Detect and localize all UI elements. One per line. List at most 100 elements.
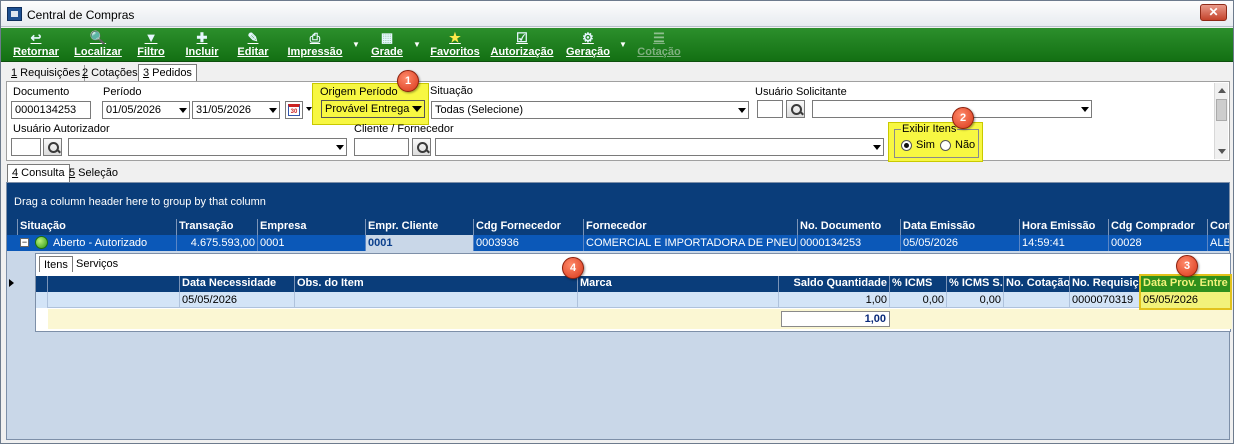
favoritos-button[interactable]: ★ Favoritos	[428, 30, 482, 60]
column-cdg-comprador[interactable]: Cdg Comprador	[1109, 219, 1208, 235]
table-row[interactable]: − Aberto - Autorizado 4.675.593,00 0001 …	[7, 235, 1229, 251]
impressao-button[interactable]: ⎙ Impressão	[285, 30, 345, 60]
periodo-from-input[interactable]: 01/05/2026	[102, 101, 190, 119]
geracao-button[interactable]: ⚙ Geração	[564, 30, 612, 60]
chevron-down-icon[interactable]	[179, 108, 187, 113]
chevron-down-icon[interactable]	[873, 145, 881, 150]
filter-panel-scrollbar[interactable]	[1214, 83, 1228, 159]
cell-icms-s: 0,00	[947, 292, 1004, 308]
callout-badge-4: 4	[562, 257, 584, 279]
column-icms-s[interactable]: % ICMS S.	[947, 276, 1004, 292]
orders-grid: Drag a column header here to group by th…	[6, 182, 1232, 440]
column-marca[interactable]: Marca	[578, 276, 779, 292]
tab-consulta[interactable]: 4 Consulta	[7, 164, 70, 182]
cliente-fornecedor-label: Cliente / Fornecedor	[354, 123, 454, 135]
cell-fornecedor: COMERCIAL E IMPORTADORA DE PNEUS LTI	[586, 235, 798, 251]
detail-header-selector[interactable]	[36, 276, 48, 292]
column-saldo-quantidade[interactable]: Saldo Quantidade	[779, 276, 890, 292]
calendar-button[interactable]: 30	[285, 101, 303, 119]
exibir-itens-nao-radio[interactable]	[940, 140, 951, 151]
table-row[interactable]: 05/05/2026 1,00 0,00 0,00 0000070319 05/…	[36, 292, 1232, 308]
column-obs-do-item[interactable]: Obs. do Item	[295, 276, 578, 292]
grade-dropdown-arrow[interactable]: ▼	[413, 40, 421, 49]
geracao-dropdown-arrow[interactable]: ▼	[619, 40, 627, 49]
title-bar: Central de Compras ✕	[1, 1, 1233, 27]
star-icon: ★	[449, 30, 461, 45]
close-button[interactable]: ✕	[1200, 4, 1227, 21]
row-selector[interactable]	[36, 292, 48, 308]
origem-periodo-label: Origem Período	[320, 86, 398, 98]
documento-input[interactable]: 0000134253	[11, 101, 91, 119]
chevron-down-icon[interactable]	[738, 108, 746, 113]
tab-itens[interactable]: Itens	[39, 256, 73, 272]
situacao-label: Situação	[430, 85, 473, 97]
cell-cdg-comprador: 00028	[1109, 235, 1208, 251]
column-no-cotacao[interactable]: No. Cotação	[1004, 276, 1070, 292]
column-empr-cliente[interactable]: Empr. Cliente	[366, 219, 474, 235]
grid-icon: ▦	[380, 30, 394, 45]
scroll-thumb[interactable]	[1216, 99, 1227, 121]
column-situacao[interactable]: Situação	[18, 219, 177, 235]
usuario-solicitante-code-input[interactable]	[757, 100, 783, 118]
chevron-down-icon[interactable]	[412, 106, 422, 112]
column-no-documento[interactable]: No. Documento	[798, 219, 901, 235]
origem-periodo-select[interactable]: Provável Entrega	[321, 100, 425, 118]
scroll-down-icon[interactable]	[1218, 149, 1226, 154]
cell-marca	[578, 292, 779, 308]
localizar-button[interactable]: 🔍 Localizar	[73, 30, 123, 60]
column-com[interactable]: Com	[1208, 219, 1229, 235]
tab-requisicoes[interactable]: 1 Requisições	[7, 65, 86, 82]
chevron-down-icon[interactable]	[1081, 107, 1089, 112]
retornar-button[interactable]: ↩ Retornar	[11, 30, 61, 60]
return-icon: ↩	[30, 30, 42, 45]
grid-header-selector[interactable]	[7, 219, 18, 235]
editar-button[interactable]: ✎ Editar	[235, 30, 271, 60]
row-expand-icon[interactable]: −	[20, 238, 29, 247]
column-empresa[interactable]: Empresa	[258, 219, 366, 235]
chevron-down-icon[interactable]	[269, 108, 277, 113]
column-transacao[interactable]: Transação	[177, 219, 258, 235]
column-fornecedor[interactable]: Fornecedor	[584, 219, 798, 235]
exibir-itens-label: Exibir Itens	[901, 123, 958, 135]
column-no-requisicao[interactable]: No. Requisição	[1070, 276, 1141, 292]
periodo-to-input[interactable]: 31/05/2026	[192, 101, 280, 119]
cliente-fornecedor-select[interactable]	[435, 138, 884, 156]
plus-icon: ✚	[196, 30, 208, 45]
items-detail-panel: Itens Serviços Data Necessidade Obs. do …	[35, 253, 1232, 332]
incluir-button[interactable]: ✚ Incluir	[183, 30, 221, 60]
usuario-solicitante-search-button[interactable]	[786, 100, 805, 118]
chevron-down-icon[interactable]	[336, 145, 344, 150]
usuario-autorizador-search-button[interactable]	[43, 138, 62, 156]
column-cdg-fornecedor[interactable]: Cdg Fornecedor	[474, 219, 584, 235]
cotacao-button[interactable]: ☰ Cotação	[635, 30, 683, 60]
periodo-label: Período	[103, 86, 142, 98]
tab-pedidos[interactable]: 3 Pedidos	[138, 64, 197, 82]
column-data-emissao[interactable]: Data Emissão	[901, 219, 1020, 235]
tab-cotacoes[interactable]: 2 Cotações	[78, 65, 143, 82]
impressao-dropdown-arrow[interactable]: ▼	[352, 40, 360, 49]
tab-selecao[interactable]: 5 Seleção	[65, 165, 122, 182]
column-icms[interactable]: % ICMS	[890, 276, 947, 292]
cliente-fornecedor-search-button[interactable]	[412, 138, 431, 156]
situacao-select[interactable]: Todas (Selecione)	[431, 101, 749, 119]
usuario-autorizador-select[interactable]	[68, 138, 347, 156]
tab-servicos[interactable]: Serviços	[72, 256, 122, 272]
usuario-autorizador-code-input[interactable]	[11, 138, 41, 156]
column-hora-emissao[interactable]: Hora Emissão	[1020, 219, 1109, 235]
filtro-button[interactable]: ▼ Filtro	[135, 30, 167, 60]
cliente-fornecedor-code-input[interactable]	[354, 138, 409, 156]
cell-com: ALBE	[1210, 237, 1229, 249]
column-data-necessidade[interactable]: Data Necessidade	[180, 276, 295, 292]
exibir-itens-nao-label: Não	[955, 139, 976, 151]
column-blank	[48, 276, 180, 292]
group-by-panel[interactable]: Drag a column header here to group by th…	[7, 183, 1229, 219]
cell-empr-cliente[interactable]: 0001	[366, 235, 474, 251]
quote-icon: ☰	[653, 30, 665, 45]
data-prov-entrega-highlight	[1139, 274, 1232, 310]
autorizacao-button[interactable]: ☑ Autorização	[489, 30, 555, 60]
cell-data-emissao: 05/05/2026	[901, 235, 1020, 251]
scroll-up-icon[interactable]	[1218, 88, 1226, 93]
exibir-itens-sim-radio[interactable]	[901, 140, 912, 151]
grade-button[interactable]: ▦ Grade	[368, 30, 406, 60]
calendar-dropdown-icon[interactable]	[306, 107, 312, 111]
